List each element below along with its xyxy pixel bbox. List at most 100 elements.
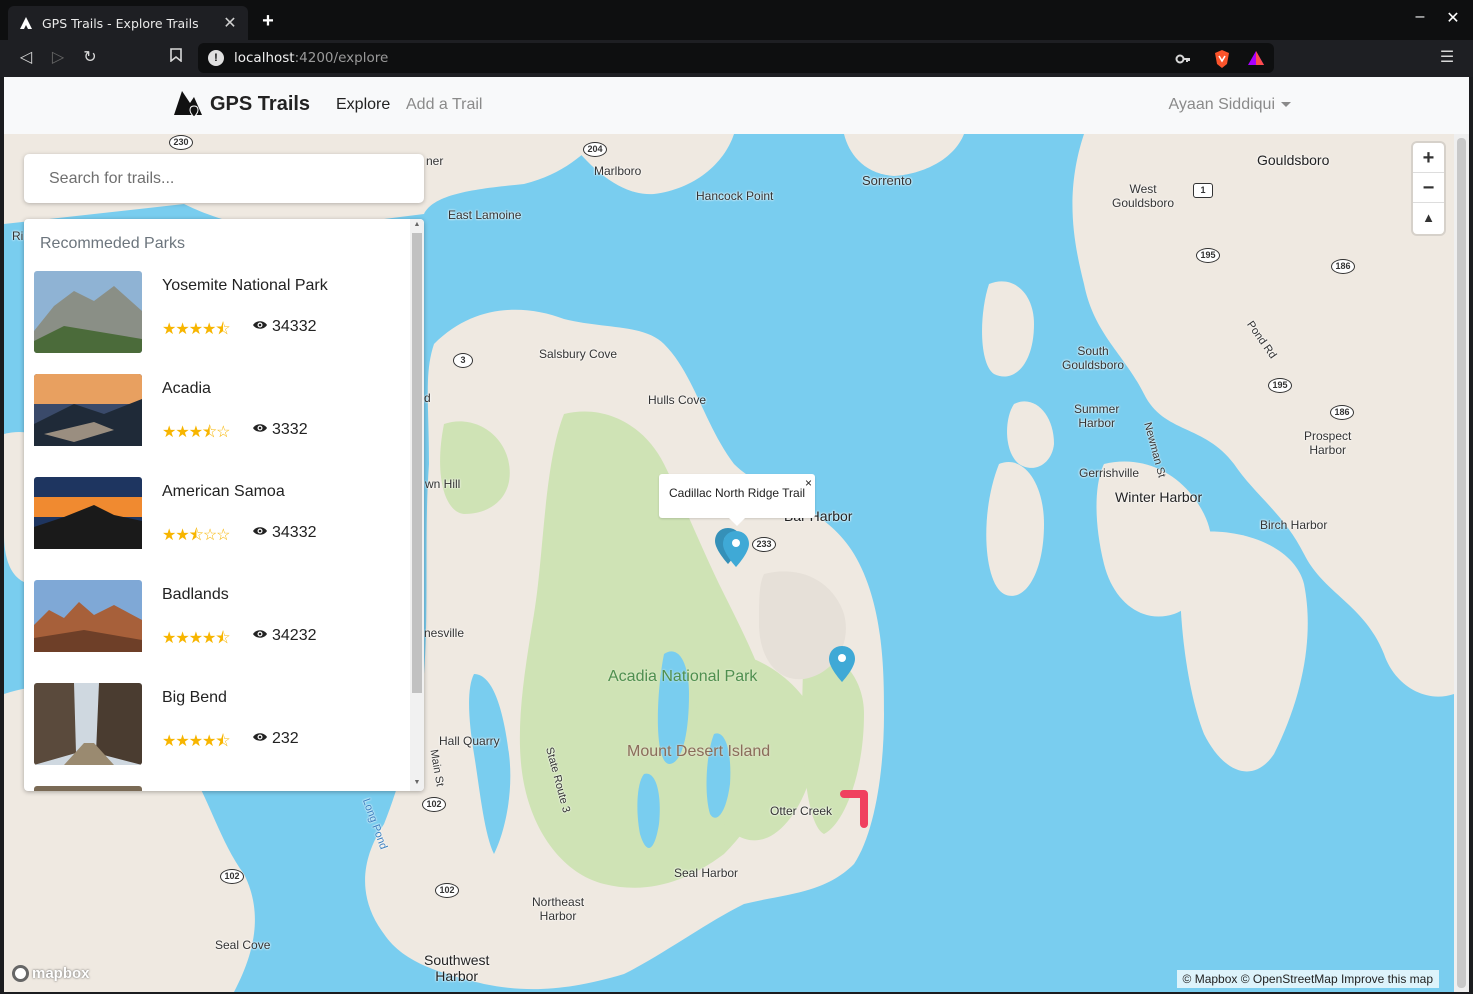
menu-icon[interactable]: ☰ — [1436, 47, 1458, 69]
scrollbar-thumb[interactable] — [412, 233, 422, 693]
minimize-window-icon[interactable]: – — [1410, 8, 1430, 26]
eye-icon — [252, 318, 268, 336]
map-label-hall-quarry: Hall Quarry — [439, 734, 500, 748]
site-navbar: GPS Trails Explore Add a Trail Ayaan Sid… — [4, 77, 1469, 134]
key-icon[interactable] — [1174, 50, 1192, 68]
map-attribution[interactable]: © Mapbox © OpenStreetMap Improve this ma… — [1176, 970, 1439, 988]
route-shield: 195 — [1196, 248, 1220, 263]
map-label-gouldsboro: Gouldsboro — [1257, 152, 1330, 168]
park-name: Big Bend — [162, 689, 227, 706]
map-label-prospect-harbor: Prospect Harbor — [1304, 429, 1352, 457]
route-shield: 186 — [1331, 259, 1355, 274]
list-item-park[interactable]: Yosemite National Park ★★★★⯪ 34332 — [34, 271, 414, 353]
map-label-southwest-harbor: Southwest Harbor — [424, 952, 490, 984]
site-info-icon[interactable]: ! — [208, 50, 224, 66]
list-item-park-partial[interactable] — [34, 786, 414, 791]
web-page: Gouldsboro Sorrento Marlboro Hancock Poi… — [4, 77, 1469, 992]
panel-title: Recommeded Parks — [40, 235, 185, 252]
brand-link[interactable]: GPS Trails — [172, 89, 310, 119]
browser-toolbar: ◁ ▷ ↻ ! localhost:4200/explore ☰ — [0, 40, 1473, 77]
park-name: Acadia — [162, 380, 211, 397]
map-label-town-hill: wn Hill — [425, 477, 461, 491]
route-shield: 233 — [752, 537, 776, 552]
eye-icon — [252, 730, 268, 748]
list-item-park[interactable]: Acadia ★★★⯪☆ 3332 — [34, 374, 414, 456]
brave-rewards-icon[interactable] — [1247, 49, 1265, 67]
park-thumbnail — [34, 477, 142, 559]
eye-icon — [252, 524, 268, 542]
zoom-in-button[interactable]: + — [1413, 143, 1444, 173]
park-thumbnail — [34, 374, 142, 456]
route-shield: 3 — [453, 353, 473, 368]
route-shield: 102 — [422, 797, 446, 812]
site-favicon-icon — [18, 15, 34, 31]
trail-marker-icon[interactable] — [829, 646, 855, 682]
map-label-ner: ner — [426, 154, 444, 168]
mapbox-logo[interactable]: mapbox — [12, 965, 90, 982]
park-views: 232 — [252, 730, 299, 748]
map-label-summer-harbor: Summer Harbor — [1074, 402, 1120, 430]
search-input[interactable] — [24, 154, 424, 203]
brave-shield-icon[interactable] — [1213, 49, 1231, 68]
recommended-parks-panel: Recommeded Parks Yosemite National Park … — [24, 219, 424, 791]
user-menu-dropdown[interactable]: Ayaan Siddiqui — [1169, 96, 1291, 114]
map-label-birch-harbor: Birch Harbor — [1260, 518, 1328, 532]
scroll-down-icon[interactable]: ▼ — [413, 779, 421, 786]
close-window-icon[interactable]: ✕ — [1443, 8, 1463, 28]
park-rating-stars: ★★★⯪☆ — [162, 424, 231, 441]
map-label-acadia-national-park: Acadia National Park — [608, 668, 758, 685]
list-item-park[interactable]: Big Bend ★★★★⯪ 232 — [34, 683, 414, 765]
trail-popup: Cadillac North Ridge Trail × — [659, 474, 815, 526]
park-name: Badlands — [162, 586, 229, 603]
route-shield: 102 — [220, 869, 244, 884]
map-label-d: d — [424, 391, 431, 405]
tab-close-icon[interactable]: ✕ — [222, 13, 238, 33]
address-bar[interactable]: ! localhost:4200/explore — [198, 43, 1274, 73]
eye-icon — [252, 421, 268, 439]
park-name: Yosemite National Park — [162, 277, 328, 294]
map-label-otter-creek: Otter Creek — [770, 804, 833, 818]
map-label-sorrento: Sorrento — [862, 173, 912, 188]
route-shield: 195 — [1268, 378, 1292, 393]
back-icon[interactable]: ◁ — [15, 47, 37, 69]
map-label-gerrishville: Gerrishville — [1079, 466, 1140, 480]
map-label-hancock-point: Hancock Point — [696, 189, 774, 203]
popup-trail-name: Cadillac North Ridge Trail — [669, 486, 806, 500]
browser-tab[interactable]: GPS Trails - Explore Trails ✕ — [8, 6, 248, 40]
compass-button[interactable]: ▲ — [1413, 203, 1444, 233]
park-thumbnail — [34, 786, 142, 791]
brand-name: GPS Trails — [210, 92, 311, 115]
bookmark-icon[interactable] — [165, 47, 187, 69]
park-rating-stars: ★★⯪☆☆ — [162, 527, 231, 544]
page-scrollbar[interactable] — [1454, 134, 1469, 992]
map-label-mount-desert-island: Mount Desert Island — [627, 743, 771, 760]
map-label-somesville: nesville — [424, 626, 465, 640]
nav-explore[interactable]: Explore — [336, 96, 390, 114]
brand-logo-icon — [174, 91, 202, 118]
reload-icon[interactable]: ↻ — [79, 47, 101, 69]
park-views: 34232 — [252, 627, 317, 645]
park-views: 34332 — [252, 524, 317, 542]
park-name: American Samoa — [162, 483, 285, 500]
tab-title: GPS Trails - Explore Trails — [42, 15, 199, 31]
park-rating-stars: ★★★★⯪ — [162, 630, 231, 647]
map-label-northeast-harbor: Northeast Harbor — [532, 895, 585, 923]
map-label-south-gouldsboro: South Gouldsboro — [1062, 344, 1125, 372]
map-label-east-lamoine: East Lamoine — [448, 208, 522, 222]
popup-close-icon[interactable]: × — [805, 476, 812, 490]
new-tab-button[interactable]: + — [258, 10, 278, 33]
list-item-park[interactable]: American Samoa ★★⯪☆☆ 34332 — [34, 477, 414, 559]
park-thumbnail — [34, 580, 142, 662]
map-label-west-gouldsboro: West Gouldsboro — [1112, 182, 1175, 210]
map-nav-control: + − ▲ — [1413, 143, 1444, 234]
panel-scrollbar[interactable]: ▲ ▼ — [410, 219, 424, 791]
forward-icon[interactable]: ▷ — [47, 47, 69, 69]
scroll-up-icon[interactable]: ▲ — [413, 221, 421, 228]
nav-add-trail[interactable]: Add a Trail — [406, 96, 482, 114]
list-item-park[interactable]: Badlands ★★★★⯪ 34232 — [34, 580, 414, 662]
trail-marker-icon[interactable] — [723, 531, 749, 567]
zoom-out-button[interactable]: − — [1413, 173, 1444, 203]
map-label-seal-harbor: Seal Harbor — [674, 866, 739, 880]
trail-search — [24, 154, 424, 203]
park-thumbnail — [34, 271, 142, 353]
